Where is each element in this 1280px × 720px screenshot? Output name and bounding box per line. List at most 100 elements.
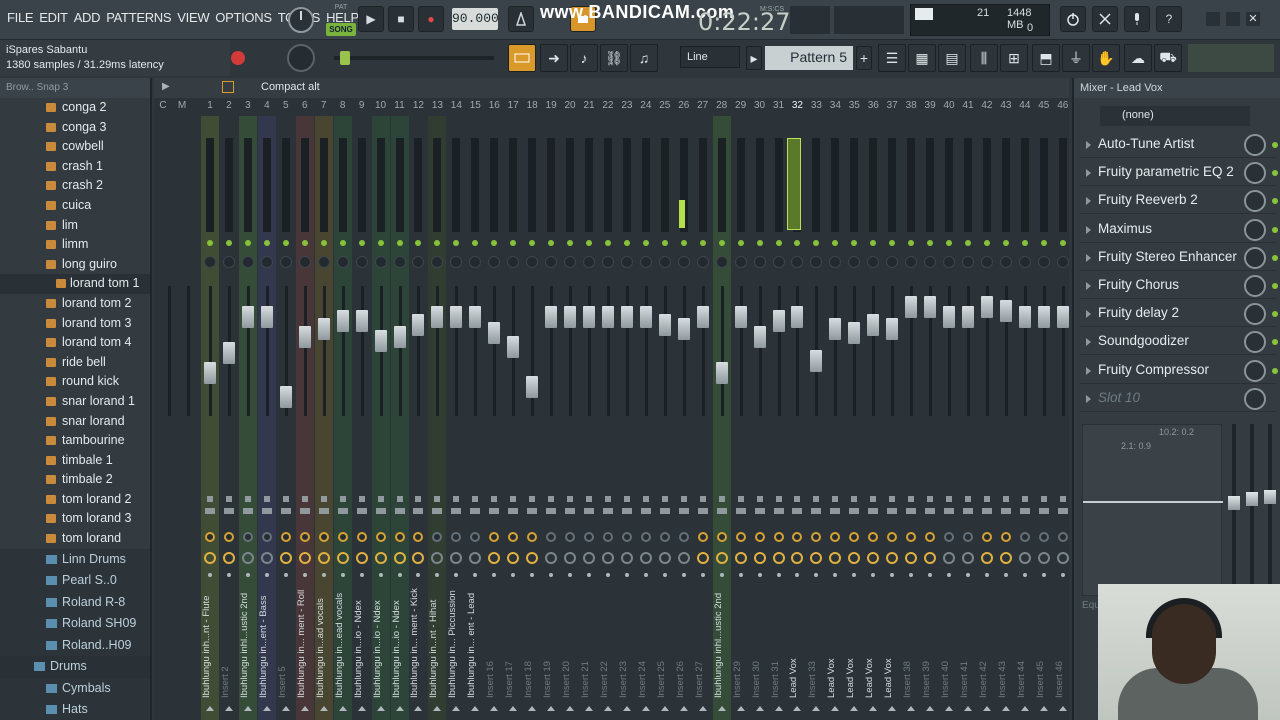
- fx-enable-icon[interactable]: [263, 496, 270, 502]
- swap-lr-icon[interactable]: [792, 508, 803, 514]
- fx-enable-icon[interactable]: [661, 496, 668, 502]
- slot-enable-led[interactable]: [1272, 198, 1278, 205]
- record-arm-dot[interactable]: [359, 573, 364, 577]
- volume-fader[interactable]: [715, 362, 728, 384]
- track-number[interactable]: 2: [220, 100, 238, 111]
- mute-led[interactable]: [377, 240, 384, 246]
- browser-item[interactable]: lorand tom 2: [0, 294, 150, 314]
- route-arrow-icon[interactable]: [736, 706, 745, 711]
- send-knob[interactable]: [753, 552, 766, 564]
- volume-fader[interactable]: [601, 306, 614, 328]
- slot-enable-led[interactable]: [1272, 311, 1278, 318]
- route-arrow-icon[interactable]: [319, 706, 328, 711]
- route-switch[interactable]: [944, 532, 955, 542]
- browser-folder[interactable]: Hats: [0, 699, 150, 720]
- mixer-track-strip[interactable]: Ibuhlungu in... Piccussion: [447, 116, 465, 720]
- fx-enable-icon[interactable]: [775, 496, 782, 502]
- pan-knob[interactable]: [715, 256, 728, 268]
- mixer-track-strip[interactable]: Insert 17: [504, 116, 522, 720]
- fx-enable-icon[interactable]: [737, 496, 744, 502]
- swap-lr-icon[interactable]: [868, 508, 879, 514]
- record-arm-dot[interactable]: [757, 573, 762, 577]
- track-number[interactable]: 41: [959, 100, 977, 111]
- mute-led[interactable]: [282, 240, 289, 246]
- mute-led[interactable]: [207, 240, 213, 246]
- record-arm-dot[interactable]: [1041, 573, 1046, 577]
- record-arm-dot[interactable]: [340, 573, 345, 577]
- track-number[interactable]: 46: [1054, 100, 1072, 111]
- mic-button[interactable]: [1124, 6, 1150, 32]
- fx-enable-icon[interactable]: [851, 496, 858, 502]
- mixer-track-strip[interactable]: Ibuhlungu in...io - Ndex: [390, 116, 409, 720]
- fx-enable-icon[interactable]: [889, 496, 896, 502]
- route-arrow-icon[interactable]: [964, 706, 972, 711]
- send-knob[interactable]: [962, 552, 974, 564]
- route-arrow-icon[interactable]: [471, 706, 480, 711]
- browser-item[interactable]: lorand tom 3: [0, 314, 150, 334]
- track-number[interactable]: 5: [277, 100, 295, 111]
- browser-item[interactable]: lorand tom 4: [0, 333, 150, 353]
- record-arm-dot[interactable]: [624, 573, 629, 577]
- plugin-picker-button[interactable]: ⬒: [1032, 44, 1060, 72]
- route-arrow-icon[interactable]: [869, 706, 878, 711]
- slot-mix-knob[interactable]: [1244, 246, 1266, 269]
- slot-expand-icon[interactable]: [1086, 169, 1091, 178]
- pan-knob[interactable]: [298, 256, 311, 268]
- route-switch[interactable]: [356, 532, 367, 542]
- mixer-track-strip[interactable]: Ibuhlungu inh...nt - Flute: [201, 116, 219, 720]
- mixer-track-strip[interactable]: Insert 44: [1016, 116, 1034, 720]
- volume-fader[interactable]: [886, 318, 899, 340]
- route-arrow-icon[interactable]: [224, 706, 233, 711]
- browser-item[interactable]: timbale 2: [0, 470, 150, 490]
- pitch-slider-handle[interactable]: [340, 51, 350, 65]
- channel-rack-button[interactable]: ▤: [938, 44, 966, 72]
- stop-button[interactable]: ■: [388, 6, 414, 32]
- mute-led[interactable]: [225, 240, 232, 246]
- swap-lr-icon[interactable]: [1000, 508, 1011, 514]
- pan-knob[interactable]: [677, 256, 690, 268]
- fx-enable-icon[interactable]: [908, 496, 915, 502]
- swap-lr-icon[interactable]: [621, 508, 632, 514]
- track-number[interactable]: 45: [1035, 100, 1053, 111]
- mixer-view-label[interactable]: Compact alt: [261, 81, 320, 93]
- track-number[interactable]: 30: [751, 100, 769, 111]
- slot-mix-knob[interactable]: [1244, 331, 1266, 354]
- route-arrow-icon[interactable]: [490, 706, 499, 711]
- swap-lr-icon[interactable]: [546, 508, 557, 514]
- send-knob[interactable]: [1056, 552, 1069, 564]
- mixer-button[interactable]: ⫼: [970, 44, 998, 72]
- route-arrow-icon[interactable]: [566, 706, 575, 711]
- route-arrow-icon[interactable]: [547, 706, 556, 711]
- route-arrow-icon[interactable]: [812, 706, 821, 711]
- pan-knob[interactable]: [999, 256, 1012, 268]
- browser-folder[interactable]: Roland R-8: [0, 591, 150, 614]
- tempo-display[interactable]: 90.000: [452, 8, 499, 30]
- swap-lr-icon[interactable]: [261, 508, 272, 514]
- volume-fader[interactable]: [924, 296, 937, 318]
- record-arm-dot[interactable]: [587, 573, 591, 577]
- route-switch[interactable]: [223, 532, 234, 542]
- swap-lr-icon[interactable]: [830, 508, 841, 514]
- volume-fader[interactable]: [450, 306, 463, 328]
- mixer-track-strip[interactable]: Insert 42: [978, 116, 996, 720]
- route-arrow-icon[interactable]: [395, 706, 404, 711]
- fx-slot[interactable]: Soundgoodizer: [1080, 329, 1278, 356]
- route-switch[interactable]: [261, 532, 272, 542]
- track-number[interactable]: 44: [1016, 100, 1034, 111]
- route-switch[interactable]: [773, 532, 784, 542]
- track-number[interactable]: 8: [334, 100, 352, 111]
- route-switch[interactable]: [375, 532, 386, 542]
- pan-knob[interactable]: [260, 256, 273, 268]
- track-number[interactable]: 19: [542, 100, 560, 111]
- mute-led[interactable]: [604, 240, 611, 246]
- pan-knob[interactable]: [1018, 256, 1031, 268]
- fx-enable-icon[interactable]: [756, 496, 763, 502]
- slot-mix-knob[interactable]: [1244, 275, 1266, 297]
- browser-folder[interactable]: Cymbals: [0, 677, 150, 700]
- track-number[interactable]: 39: [921, 100, 939, 111]
- fx-enable-icon[interactable]: [244, 496, 251, 502]
- track-number[interactable]: 34: [826, 100, 844, 111]
- swap-lr-icon[interactable]: [318, 508, 329, 514]
- pan-knob[interactable]: [658, 256, 671, 268]
- browser-item[interactable]: round kick: [0, 372, 150, 392]
